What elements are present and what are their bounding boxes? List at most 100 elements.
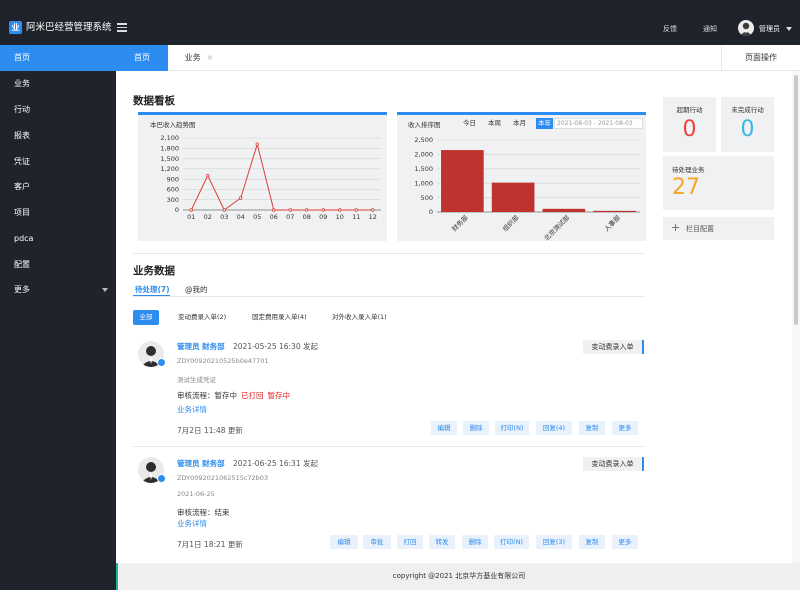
sidebar-item-home[interactable]: 首页 bbox=[0, 45, 116, 71]
item-flow: 审核流程：暂存中 已打回 暂存中 bbox=[177, 390, 290, 401]
sidebar-item-action[interactable]: 行动 bbox=[0, 97, 116, 123]
edit-button[interactable]: 编辑 bbox=[431, 421, 457, 435]
more-button[interactable]: 更多 bbox=[612, 421, 638, 435]
ranking-chart-card: 收入排序图 今日 本周 本月 本年 2021-08-03 - 2021-08-0… bbox=[397, 112, 646, 241]
sidebar-item-business[interactable]: 业务 bbox=[0, 71, 116, 97]
print-button[interactable]: 打印(N) bbox=[494, 535, 529, 549]
sidebar-item-label: 更多 bbox=[14, 285, 30, 294]
close-icon[interactable]: × bbox=[207, 53, 214, 62]
reply-button[interactable]: 回复(4) bbox=[536, 421, 572, 435]
data-point bbox=[321, 208, 325, 212]
tab-mentions[interactable]: @我的 bbox=[185, 284, 208, 295]
data-point bbox=[305, 208, 309, 212]
stat-label: 未完成行动 bbox=[731, 106, 764, 114]
filter-fixed-expense[interactable]: 固定费用录入单(4) bbox=[244, 310, 315, 325]
stat-value: 0 bbox=[682, 117, 697, 142]
divider bbox=[133, 296, 645, 297]
scrollbar-thumb[interactable] bbox=[794, 75, 798, 325]
bar bbox=[441, 150, 484, 212]
more-button[interactable]: 更多 bbox=[612, 535, 638, 549]
divider bbox=[133, 253, 645, 254]
chevron-down-icon bbox=[102, 288, 108, 292]
data-point bbox=[288, 208, 292, 212]
page-operations-button[interactable]: 页面操作 bbox=[721, 45, 800, 71]
item-desc: 测试生成凭证 bbox=[177, 376, 216, 384]
data-point bbox=[371, 208, 375, 212]
flow-tag: 已打回 bbox=[241, 391, 264, 400]
forward-button[interactable]: 转发 bbox=[429, 535, 455, 549]
delete-button[interactable]: 删除 bbox=[463, 421, 489, 435]
reject-button[interactable]: 打回 bbox=[397, 535, 423, 549]
x-tick-label: 财务部 bbox=[450, 213, 471, 234]
x-tick-label: 北京测试部 bbox=[542, 213, 572, 241]
item-code: ZDY0092021062515c72b03 bbox=[177, 474, 269, 482]
bar bbox=[491, 182, 535, 212]
y-tick-label: 600 bbox=[167, 186, 179, 194]
data-point bbox=[354, 208, 358, 212]
sidebar-item-pdca[interactable]: pdca bbox=[0, 226, 116, 252]
data-point bbox=[338, 208, 342, 212]
y-tick-label: 1,500 bbox=[414, 165, 433, 173]
copy-button[interactable]: 复制 bbox=[579, 535, 605, 549]
tab-label: 业务 bbox=[184, 53, 201, 62]
column-config-button[interactable]: + 栏目配置 bbox=[663, 217, 774, 240]
menu-toggle-icon[interactable] bbox=[117, 23, 127, 32]
filter-variable-expense[interactable]: 变动费录入单(2) bbox=[170, 310, 234, 325]
tab-business[interactable]: 业务 × bbox=[168, 45, 230, 71]
stat-value: 27 bbox=[672, 175, 700, 200]
x-tick-label: 11 bbox=[352, 213, 360, 221]
item-user[interactable]: 管理员 财务部 bbox=[177, 458, 225, 469]
user-name[interactable]: 管理员 bbox=[759, 24, 780, 34]
sidebar-item-customer[interactable]: 客户 bbox=[0, 174, 116, 200]
x-tick-label: 02 bbox=[204, 213, 212, 221]
user-avatar-icon[interactable] bbox=[738, 20, 754, 36]
x-tick-label: 10 bbox=[336, 213, 344, 221]
sidebar-item-voucher[interactable]: 凭证 bbox=[0, 149, 116, 175]
verified-icon bbox=[157, 358, 166, 367]
pending-business-card[interactable]: 待处理业务 27 bbox=[663, 156, 774, 210]
item-flow: 审核流程：结束 bbox=[177, 507, 230, 518]
sidebar-item-project[interactable]: 项目 bbox=[0, 200, 116, 226]
x-tick-label: 人事部 bbox=[602, 213, 623, 234]
feedback-link[interactable]: 反馈 bbox=[663, 24, 677, 34]
column-config-label: 栏目配置 bbox=[686, 225, 714, 233]
data-point bbox=[189, 208, 193, 212]
y-tick-label: 1,500 bbox=[160, 155, 179, 163]
x-tick-label: 03 bbox=[220, 213, 228, 221]
reply-button[interactable]: 回复(3) bbox=[536, 535, 572, 549]
y-tick-label: 300 bbox=[167, 196, 179, 204]
edit-button[interactable]: 编辑 bbox=[330, 535, 358, 549]
notice-link[interactable]: 通知 bbox=[703, 24, 717, 34]
unfinished-action-card[interactable]: 未完成行动 0 bbox=[721, 97, 774, 152]
sidebar-item-more[interactable]: 更多 bbox=[0, 277, 116, 303]
business-detail-link[interactable]: 业务详情 bbox=[177, 518, 207, 529]
filter-all[interactable]: 全部 bbox=[133, 310, 159, 325]
approve-button[interactable]: 审批 bbox=[363, 535, 391, 549]
y-tick-label: 500 bbox=[421, 194, 433, 202]
sidebar-item-report[interactable]: 报表 bbox=[0, 123, 116, 149]
tab-home[interactable]: 首页 bbox=[116, 45, 168, 71]
copy-button[interactable]: 复制 bbox=[579, 421, 605, 435]
x-tick-label: 07 bbox=[286, 213, 294, 221]
item-type-badge: 变动费录入单 bbox=[583, 457, 644, 471]
user-menu-caret-icon[interactable] bbox=[786, 27, 792, 31]
item-desc: 2021-06-25 bbox=[177, 490, 215, 498]
y-tick-label: 2,000 bbox=[414, 151, 433, 159]
business-detail-link[interactable]: 业务详情 bbox=[177, 404, 207, 415]
tab-pending[interactable]: 待处理(7) bbox=[135, 284, 170, 295]
sidebar-item-config[interactable]: 配置 bbox=[0, 252, 116, 278]
delete-button[interactable]: 删除 bbox=[462, 535, 488, 549]
overdue-action-card[interactable]: 超期行动 0 bbox=[663, 97, 716, 152]
print-button[interactable]: 打印(N) bbox=[495, 421, 529, 435]
filter-external-income[interactable]: 对外收入录入单(1) bbox=[324, 310, 395, 325]
y-tick-label: 1,200 bbox=[160, 165, 179, 173]
app-title: 阿米巴经营管理系统 bbox=[26, 22, 112, 33]
data-point bbox=[206, 174, 210, 178]
x-tick-label: 06 bbox=[270, 213, 278, 221]
item-user[interactable]: 管理员 财务部 bbox=[177, 341, 225, 352]
data-point bbox=[222, 208, 226, 212]
stat-value: 0 bbox=[740, 117, 755, 142]
stat-label: 超期行动 bbox=[676, 106, 703, 114]
ranking-bar-chart: 2,500 2,000 1,500 1,000 500 0 财务部 组织部 北京测试部 人事部 bbox=[414, 136, 640, 241]
flow-label: 审核流程：暂存中 bbox=[177, 391, 237, 400]
